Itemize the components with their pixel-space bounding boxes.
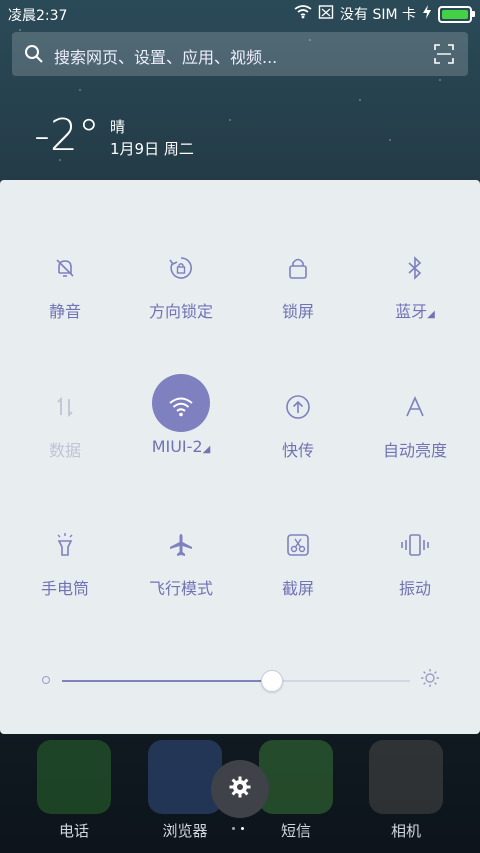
- bluetooth-icon: [395, 248, 435, 288]
- tile-vibrate[interactable]: 振动: [356, 505, 474, 615]
- tile-mobile-data[interactable]: 数据: [6, 367, 124, 477]
- auto-brightness-icon: [395, 387, 435, 427]
- tile-quick-transfer[interactable]: 快传: [239, 367, 357, 477]
- screenshot-icon: [278, 525, 318, 565]
- flashlight-icon: [45, 525, 85, 565]
- dropdown-arrow-icon: ◢: [427, 309, 435, 320]
- tile-silent[interactable]: 静音: [6, 228, 124, 338]
- battery-icon: [438, 5, 475, 23]
- wifi-icon: [161, 387, 201, 427]
- app-camera[interactable]: 相机: [369, 740, 443, 841]
- tile-label: 飞行模式: [148, 579, 213, 598]
- search-placeholder: 搜索网页、设置、应用、视频...: [54, 48, 278, 67]
- app-phone[interactable]: 电话: [37, 740, 111, 841]
- sim-status-text: 没有 SIM 卡: [340, 7, 416, 23]
- tile-label: MIUI-2◢: [151, 437, 211, 456]
- dropdown-arrow-icon: ◢: [202, 444, 211, 455]
- app-label: 短信: [280, 822, 311, 840]
- tile-auto-brightness[interactable]: 自动亮度: [356, 367, 474, 477]
- wifi-status-icon: [294, 5, 312, 23]
- tile-bluetooth[interactable]: 蓝牙◢: [356, 228, 474, 338]
- tile-rotation-lock[interactable]: 方向锁定: [122, 228, 240, 338]
- tile-screenshot[interactable]: 截屏: [239, 505, 357, 615]
- tile-label: 自动亮度: [382, 441, 447, 460]
- tile-airplane-mode[interactable]: 飞行模式: [122, 505, 240, 615]
- quick-settings-panel: 静音 方向锁定 锁屏 蓝牙◢ 数据 MIUI-2◢ 快传 自动亮度 手电筒 飞行…: [0, 180, 480, 734]
- status-bar: 凌晨2:37 没有 SIM 卡: [0, 0, 480, 28]
- lock-icon: [278, 248, 318, 288]
- brightness-slider[interactable]: [40, 668, 440, 692]
- tile-label: 蓝牙◢: [395, 302, 435, 321]
- camera-icon: [369, 740, 443, 814]
- no-sim-icon: [318, 5, 334, 23]
- data-icon: [45, 387, 85, 427]
- search-bar[interactable]: 搜索网页、设置、应用、视频...: [12, 32, 468, 76]
- app-label: 相机: [390, 822, 421, 840]
- app-label: 电话: [58, 822, 89, 840]
- page-indicator: [232, 827, 252, 833]
- tile-label: 快传: [281, 441, 314, 460]
- app-label: 浏览器: [162, 822, 208, 840]
- brightness-high-icon: [420, 668, 440, 692]
- upload-icon: [278, 387, 318, 427]
- slider-thumb[interactable]: [260, 670, 283, 692]
- tile-label: 振动: [398, 579, 431, 598]
- airplane-icon: [161, 525, 201, 565]
- weather-date: 1月9日 周二: [110, 140, 194, 158]
- vibrate-icon: [395, 525, 435, 565]
- tile-label: 锁屏: [281, 302, 314, 321]
- tile-lock-screen[interactable]: 锁屏: [239, 228, 357, 338]
- gear-icon: [228, 775, 252, 803]
- bell-off-icon: [45, 248, 85, 288]
- tile-flashlight[interactable]: 手电筒: [6, 505, 124, 615]
- rotation-lock-icon: [161, 248, 201, 288]
- status-time: 凌晨2:37: [8, 8, 68, 24]
- phone-icon: [37, 740, 111, 814]
- tile-wifi[interactable]: MIUI-2◢: [122, 367, 240, 477]
- tile-label: 方向锁定: [148, 302, 213, 321]
- charging-icon: [422, 5, 432, 23]
- search-icon: [24, 44, 44, 68]
- weather-temperature: -2°: [34, 110, 100, 161]
- app-messages[interactable]: 短信: [259, 740, 333, 841]
- tile-label: 手电筒: [40, 579, 89, 598]
- tile-label: 截屏: [281, 579, 314, 598]
- brightness-low-icon: [42, 676, 50, 684]
- tile-label: 静音: [48, 302, 81, 321]
- settings-button[interactable]: [211, 760, 269, 818]
- message-icon: [259, 740, 333, 814]
- scan-icon[interactable]: [434, 44, 454, 68]
- slider-fill: [62, 680, 271, 682]
- compass-icon: [148, 740, 222, 814]
- tile-label: 数据: [48, 441, 81, 460]
- weather-condition: 晴: [110, 118, 126, 136]
